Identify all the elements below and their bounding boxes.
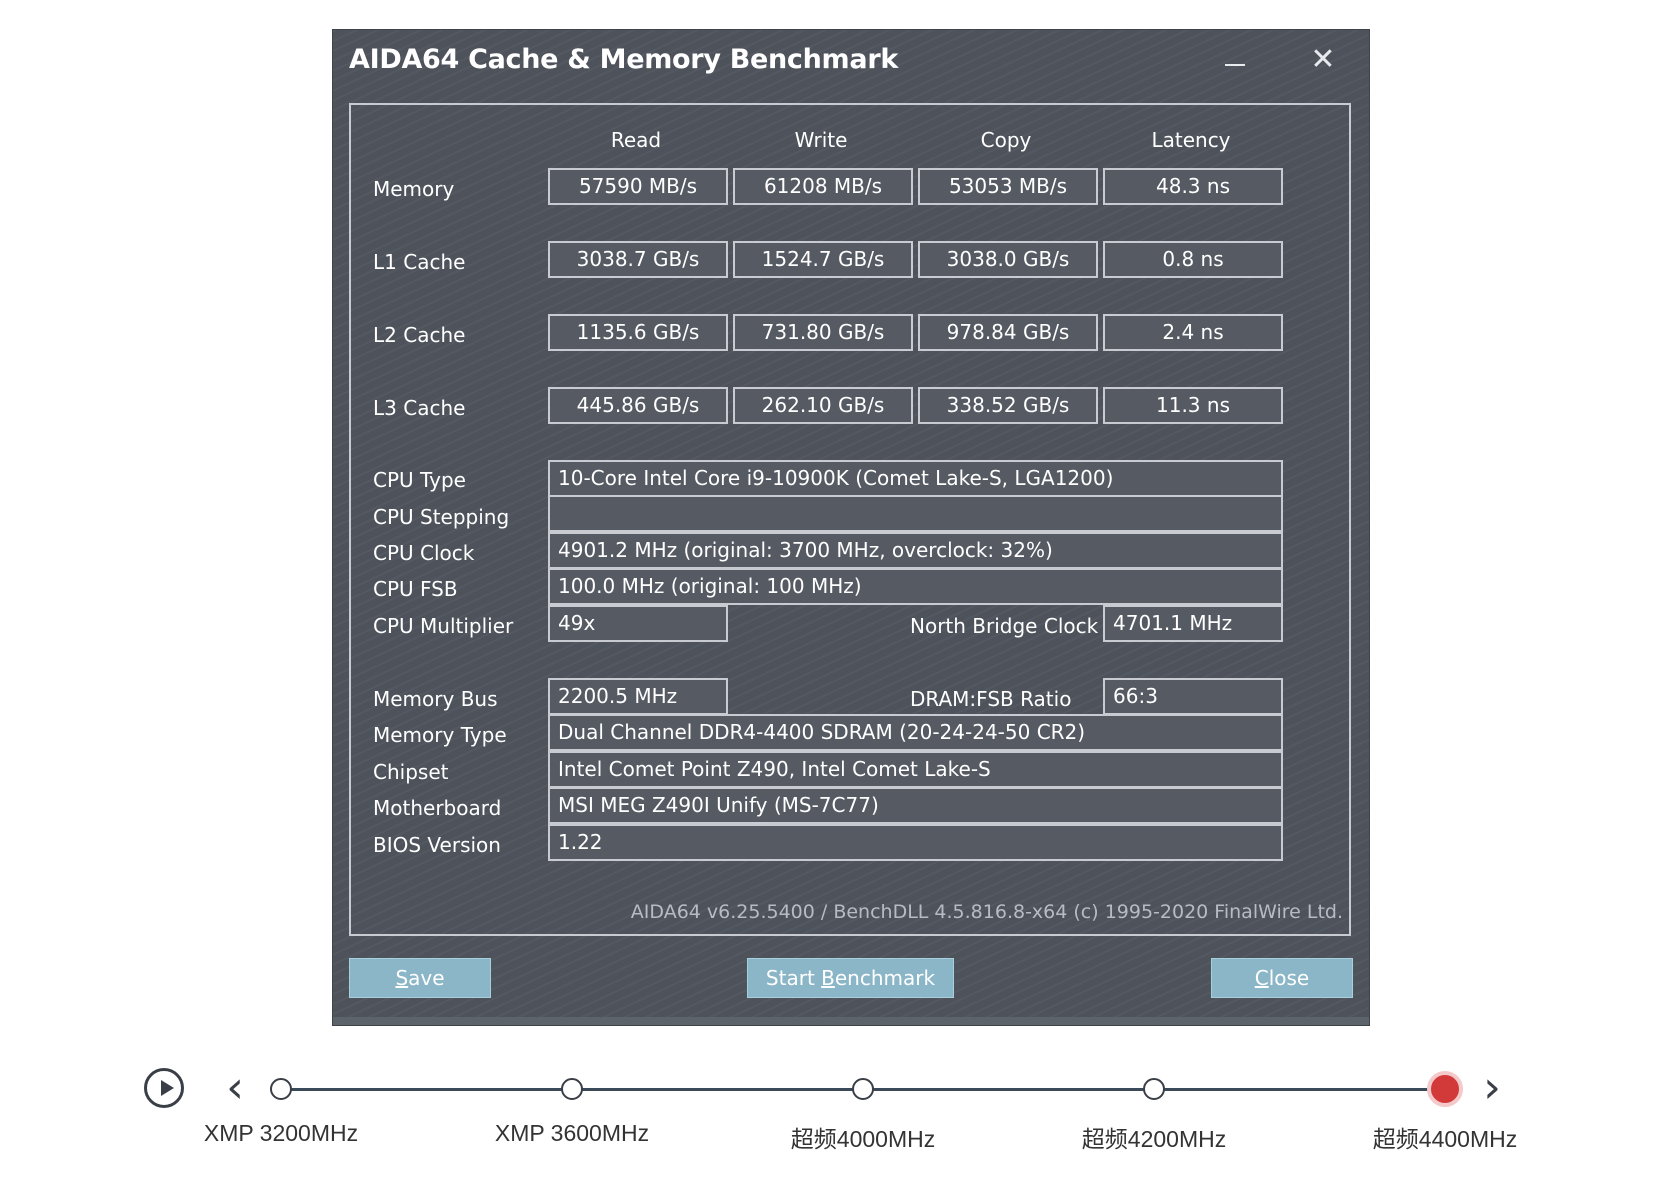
l1-latency-value: 0.8 ns [1103,241,1283,278]
cpu-stepping-value [548,495,1283,532]
north-bridge-clock-label: North Bridge Clock [910,614,1099,638]
l2-copy-value: 978.84 GB/s [918,314,1098,351]
l2-latency-value: 2.4 ns [1103,314,1283,351]
column-header-latency: Latency [1151,128,1231,152]
play-icon [161,1080,174,1096]
play-button[interactable] [144,1068,184,1108]
l3-write-value: 262.10 GB/s [733,387,913,424]
cpu-type-label: CPU Type [373,468,466,492]
cpu-type-value: 10-Core Intel Core i9-10900K (Comet Lake… [548,460,1283,497]
save-rest: ave [408,966,445,990]
l1-write-value: 1524.7 GB/s [733,241,913,278]
timeline-label-4[interactable]: 超频4400MHz [1345,1120,1545,1154]
column-header-copy: Copy [980,128,1032,152]
version-footer: AIDA64 v6.25.5400 / BenchDLL 4.5.816.8-x… [630,901,1343,923]
memory-write-value: 61208 MB/s [733,168,913,205]
close-accel: C [1254,966,1269,990]
window-bottom-strip [333,1017,1369,1025]
memory-latency-value: 48.3 ns [1103,168,1283,205]
column-header-read: Read [610,128,662,152]
start-prefix: Start [765,966,822,990]
row-label-l2-cache: L2 Cache [373,323,466,347]
dram-fsb-ratio-label: DRAM:FSB Ratio [910,687,1072,711]
start-rest: enchmark [834,966,936,990]
benchmark-panel: Read Write Copy Latency Memory 57590 MB/… [349,103,1351,936]
timeline-label-1[interactable]: XMP 3600MHz [472,1120,672,1147]
l1-copy-value: 3038.0 GB/s [918,241,1098,278]
memory-type-value: Dual Channel DDR4-4400 SDRAM (20-24-24-5… [548,714,1283,751]
row-label-l3-cache: L3 Cache [373,396,466,420]
cpu-stepping-label: CPU Stepping [373,505,510,529]
save-button[interactable]: Save [349,958,491,998]
memory-copy-value: 53053 MB/s [918,168,1098,205]
l3-copy-value: 338.52 GB/s [918,387,1098,424]
l1-read-value: 3038.7 GB/s [548,241,728,278]
timeline-label-3[interactable]: 超频4200MHz [1054,1120,1254,1154]
north-bridge-clock-value: 4701.1 MHz [1103,605,1283,642]
cpu-fsb-label: CPU FSB [373,577,458,601]
cpu-fsb-value: 100.0 MHz (original: 100 MHz) [548,568,1283,605]
bios-version-value: 1.22 [548,824,1283,861]
prev-arrow-icon[interactable]: ‹ [215,1066,255,1112]
dram-fsb-ratio-value: 66:3 [1103,678,1283,715]
window-title: AIDA64 Cache & Memory Benchmark [349,44,898,75]
l2-read-value: 1135.6 GB/s [548,314,728,351]
bios-version-label: BIOS Version [373,833,501,857]
save-accel: S [395,966,409,990]
cpu-clock-value: 4901.2 MHz (original: 3700 MHz, overcloc… [548,532,1283,569]
timeline-node-2[interactable] [852,1078,874,1100]
next-arrow-icon[interactable]: › [1472,1066,1512,1112]
start-benchmark-button[interactable]: Start Benchmark [747,958,954,998]
cpu-multiplier-value: 49x [548,605,728,642]
l3-read-value: 445.86 GB/s [548,387,728,424]
row-label-memory: Memory [373,177,455,201]
column-header-write: Write [794,128,848,152]
memory-read-value: 57590 MB/s [548,168,728,205]
timeline-node-0[interactable] [270,1078,292,1100]
l3-latency-value: 11.3 ns [1103,387,1283,424]
cpu-multiplier-label: CPU Multiplier [373,614,514,638]
memory-bus-label: Memory Bus [373,687,498,711]
memory-type-label: Memory Type [373,723,507,747]
aida64-window: AIDA64 Cache & Memory Benchmark ✕ Read W… [333,30,1369,1025]
timeline-label-2[interactable]: 超频4000MHz [763,1120,963,1154]
cpu-clock-label: CPU Clock [373,541,475,565]
chipset-label: Chipset [373,760,449,784]
close-icon: ✕ [1310,42,1336,77]
timeline-node-4[interactable] [1427,1071,1463,1107]
timeline-label-0[interactable]: XMP 3200MHz [181,1120,381,1147]
l2-write-value: 731.80 GB/s [733,314,913,351]
row-label-l1-cache: L1 Cache [373,250,466,274]
close-rest: lose [1268,966,1310,990]
minimize-button[interactable] [1215,40,1255,80]
chipset-value: Intel Comet Point Z490, Intel Comet Lake… [548,751,1283,788]
start-accel: B [821,966,835,990]
timeline-node-1[interactable] [561,1078,583,1100]
motherboard-value: MSI MEG Z490I Unify (MS-7C77) [548,787,1283,824]
close-window-button[interactable]: ✕ [1303,40,1343,80]
close-button[interactable]: Close [1211,958,1353,998]
timeline-node-3[interactable] [1143,1078,1165,1100]
minimize-icon [1225,64,1245,66]
memory-bus-value: 2200.5 MHz [548,678,728,715]
motherboard-label: Motherboard [373,796,502,820]
